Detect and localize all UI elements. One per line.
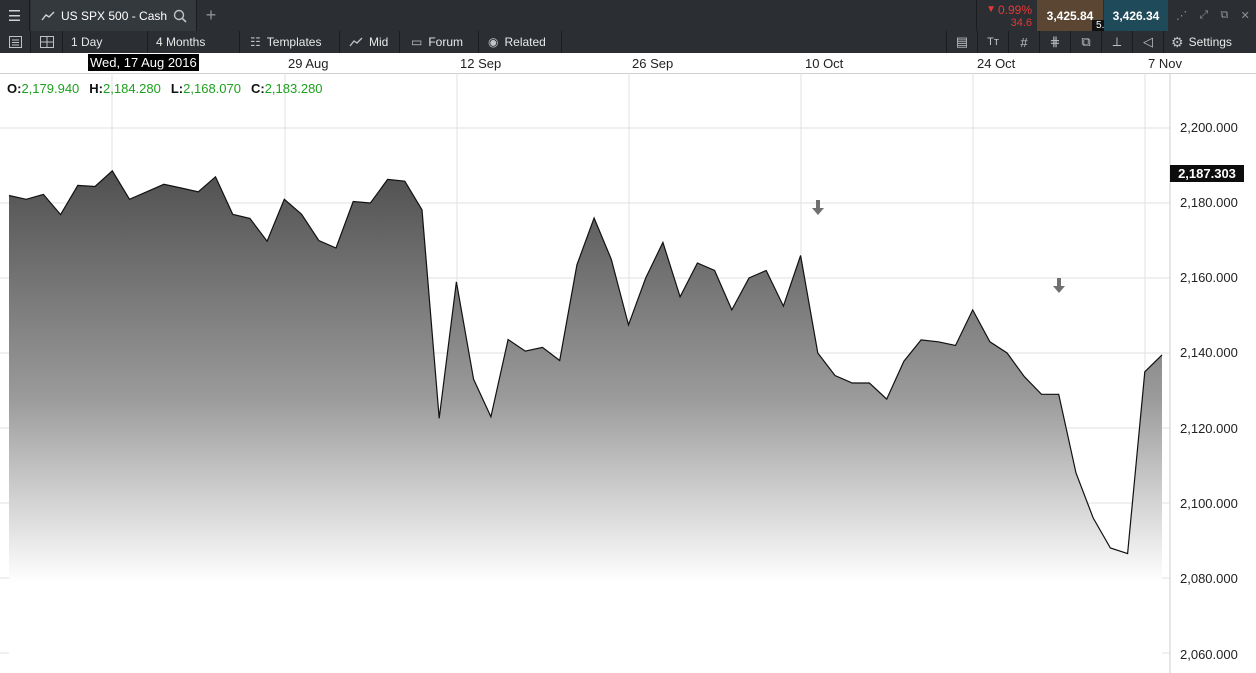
- change-points: 34.6: [1010, 16, 1032, 29]
- change-indicator: ▼ 0.99% 34.6: [976, 0, 1036, 31]
- date-label-26sep: 26 Sep: [632, 56, 674, 71]
- grid-icon: #: [1020, 34, 1028, 50]
- interval-label: 1 Day: [71, 35, 103, 49]
- open-label: O:: [7, 81, 22, 96]
- down-arrow-icon: ▼: [986, 4, 996, 15]
- settings-label: Settings: [1188, 35, 1232, 49]
- text-size-button[interactable]: Tт: [977, 31, 1008, 53]
- legend-button[interactable]: ▤: [946, 31, 977, 53]
- related-label: Related: [504, 35, 546, 49]
- high-label: H:: [89, 81, 104, 96]
- y-tick-2200: 2,200.000: [1180, 120, 1238, 135]
- y-tick-2100: 2,100.000: [1180, 496, 1238, 511]
- templates-button[interactable]: ☷ Templates: [240, 31, 340, 53]
- menu-button[interactable]: ☰: [0, 0, 30, 31]
- grid-layout-icon: [39, 36, 54, 48]
- y-tick-2180: 2,180.000: [1180, 195, 1238, 210]
- compare-button[interactable]: ⧉: [1070, 31, 1101, 53]
- range-selector[interactable]: 4 Months: [148, 31, 240, 53]
- plus-icon: +: [205, 5, 217, 25]
- forum-label: Forum: [428, 35, 464, 49]
- ask-price-button[interactable]: 3,426.34: [1104, 0, 1168, 31]
- related-button[interactable]: ◉ Related: [479, 31, 562, 53]
- event-marker-2[interactable]: [1053, 278, 1065, 293]
- compare-icon: ⧉: [1081, 34, 1091, 49]
- y-tick-2080: 2,080.000: [1180, 571, 1238, 586]
- mid-label: Mid: [369, 35, 389, 49]
- date-label-12sep: 12 Sep: [460, 56, 502, 71]
- interval-selector[interactable]: 1 Day: [63, 31, 148, 53]
- window-controls: ⋰ ⤢ ⧉ ✕: [1170, 0, 1256, 31]
- sliders-icon: ☷: [250, 35, 261, 49]
- compact-icon[interactable]: ⋰: [1176, 9, 1187, 22]
- tag-button[interactable]: ◁: [1132, 31, 1163, 53]
- legend-icon: ▤: [955, 34, 969, 49]
- chart-tools: ▤ Tт # ⋕ ⧉ ⟂ ◁ ⚙ Settings: [946, 31, 1243, 53]
- line-type-icon: [349, 37, 363, 47]
- last-price-tag: 2,187.303: [1170, 165, 1244, 182]
- chat-bubble-icon: ▭: [411, 35, 423, 49]
- close-value: 2,183.280: [264, 81, 323, 96]
- drawing-icon: ⋕: [1049, 34, 1061, 49]
- open-value: 2,179.940: [21, 81, 80, 96]
- list-icon: [8, 36, 22, 48]
- ohlc-readout: O:2,179.940 H:2,184.280 L:2,168.070 C:2,…: [7, 81, 323, 96]
- price-area: [9, 170, 1162, 673]
- line-chart-icon: [41, 11, 55, 20]
- gear-icon: ⚙: [1171, 33, 1184, 50]
- tag-icon: ◁: [1143, 34, 1153, 49]
- top-bar: ☰ US SPX 500 - Cash + ▼ 0.99% 34.6 3,425…: [0, 0, 1256, 32]
- change-percent: 0.99%: [997, 2, 1032, 17]
- templates-label: Templates: [266, 35, 322, 49]
- popout-icon[interactable]: ⧉: [1220, 9, 1228, 22]
- date-label-24oct: 24 Oct: [977, 56, 1016, 71]
- drawing-button[interactable]: ⋕: [1039, 31, 1070, 53]
- indicator-button[interactable]: ⟂: [1101, 31, 1132, 53]
- settings-button[interactable]: ⚙ Settings: [1163, 31, 1243, 53]
- expand-icon[interactable]: ⤢: [1199, 9, 1208, 22]
- eye-icon: ◉: [488, 35, 499, 49]
- low-value: 2,168.070: [183, 81, 241, 96]
- event-marker-1[interactable]: [812, 200, 824, 215]
- low-label: L:: [170, 81, 184, 96]
- date-axis: Wed, 17 Aug 2016 29 Aug 12 Sep 26 Sep 10…: [0, 53, 1256, 74]
- hamburger-icon: ☰: [7, 7, 22, 25]
- bid-price: 3,425.84: [1046, 8, 1094, 23]
- instrument-name: US SPX 500 - Cash: [61, 8, 168, 23]
- date-label-7nov: 7 Nov: [1148, 56, 1182, 71]
- chart-toolbar: 1 Day 4 Months ☷ Templates Mid ▭ Forum ◉…: [0, 31, 1256, 54]
- y-tick-2060: 2,060.000: [1180, 647, 1238, 662]
- forum-button[interactable]: ▭ Forum: [400, 31, 479, 53]
- crosshair-date: Wed, 17 Aug 2016: [88, 54, 199, 71]
- grid-button[interactable]: #: [1008, 31, 1039, 53]
- y-tick-2160: 2,160.000: [1180, 270, 1238, 285]
- text-size-icon: Tт: [987, 36, 999, 48]
- ask-price: 3,426.34: [1112, 8, 1160, 23]
- high-value: 2,184.280: [103, 81, 161, 96]
- mid-button[interactable]: Mid: [340, 31, 400, 53]
- last-price-value: 2,187.303: [1178, 166, 1236, 181]
- layout-button[interactable]: [31, 31, 63, 53]
- price-chart[interactable]: [0, 73, 1256, 673]
- search-icon[interactable]: [173, 9, 187, 23]
- y-tick-2120: 2,120.000: [1180, 421, 1238, 436]
- close-icon[interactable]: ✕: [1241, 9, 1250, 22]
- indicator-icon: ⟂: [1112, 34, 1122, 49]
- instrument-tab[interactable]: US SPX 500 - Cash: [31, 0, 197, 31]
- date-label-29aug: 29 Aug: [288, 56, 329, 71]
- range-label: 4 Months: [156, 35, 206, 49]
- list-view-button[interactable]: [0, 31, 31, 53]
- add-tab-button[interactable]: +: [198, 0, 224, 31]
- date-label-10oct: 10 Oct: [805, 56, 844, 71]
- y-tick-2140: 2,140.000: [1180, 345, 1238, 360]
- close-label: C:: [250, 81, 265, 96]
